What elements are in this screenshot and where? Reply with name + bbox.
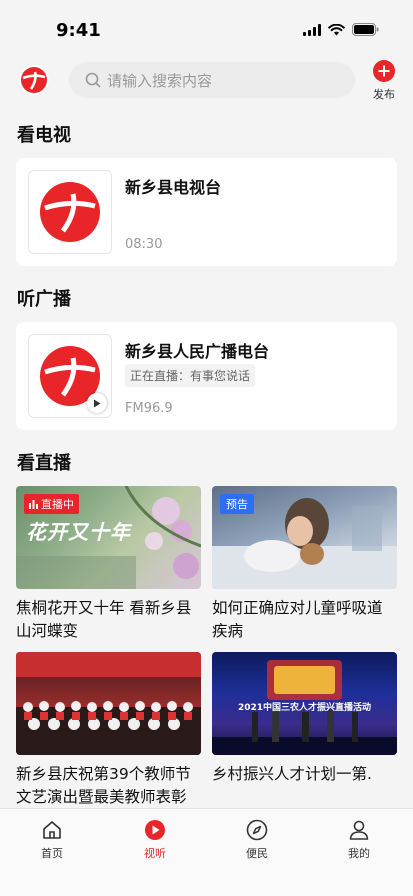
live-item-title: 新乡县庆祝第39个教师节文艺演出暨最美教师表彰: [16, 765, 191, 806]
channel-logo: [28, 170, 112, 254]
live-badge: 直播中: [24, 494, 79, 514]
tab-label: 我的: [348, 847, 370, 860]
tab-profile[interactable]: 我的: [329, 819, 389, 861]
search-placeholder: 请输入搜索内容: [107, 71, 213, 90]
play-icon[interactable]: [87, 393, 107, 413]
live-bars-icon: [29, 499, 38, 509]
play-circle-icon: [145, 820, 165, 840]
live-item[interactable]: 2021中国三农人才振兴直播活动 乡村振兴人才计划一第.: [212, 652, 397, 786]
radio-frequency: FM96.9: [125, 401, 173, 416]
cellular-signal-icon: [303, 23, 321, 36]
user-icon: [349, 820, 369, 840]
tab-media[interactable]: 视听: [125, 819, 185, 861]
compass-icon: [246, 819, 268, 841]
section-title-tv: 看电视: [17, 125, 71, 146]
section-title-radio: 听广播: [17, 289, 71, 310]
radio-channel-card[interactable]: 新乡县人民广播电台 正在直播：有事您说话 FM96.9: [16, 322, 397, 430]
live-item-title: 焦桐花开又十年 看新乡县山河蝶变: [16, 599, 192, 640]
tab-label: 便民: [246, 847, 268, 860]
poster-banner-text: 2021中国三农人才振兴直播活动: [237, 703, 372, 713]
battery-icon: [352, 23, 379, 36]
tv-channel-card[interactable]: 新乡县电视台 08:30: [16, 158, 397, 266]
tv-channel-name: 新乡县电视台: [125, 178, 222, 197]
publish-label: 发布: [373, 88, 395, 101]
status-time: 9:41: [56, 20, 101, 41]
plus-icon: [373, 60, 395, 82]
tab-label: 视听: [144, 847, 166, 860]
publish-button[interactable]: 发布: [369, 60, 399, 102]
radio-logo: [28, 334, 112, 418]
live-item-title: 如何正确应对儿童呼吸道疾病: [212, 599, 383, 640]
app-logo[interactable]: [17, 63, 51, 97]
header: 请输入搜索内容 发布: [0, 60, 413, 102]
tab-services[interactable]: 便民: [227, 819, 287, 861]
poster-title: 花开又十年: [26, 520, 131, 544]
radio-channel-name: 新乡县人民广播电台: [125, 342, 270, 361]
live-item[interactable]: 预告 如何正确应对儿童呼吸道疾病: [212, 486, 397, 643]
status-bar: 9:41: [0, 0, 413, 54]
wifi-icon: [328, 23, 345, 35]
live-item-title: 乡村振兴人才计划一第.: [212, 765, 372, 783]
bottom-tab-bar: 首页 视听 便民 我的: [0, 808, 413, 896]
live-thumbnail: 预告: [212, 486, 397, 589]
live-thumbnail: 2021中国三农人才振兴直播活动: [212, 652, 397, 755]
section-title-live: 看直播: [17, 453, 71, 474]
now-playing-tag: 正在直播：有事您说话: [125, 364, 256, 387]
preview-badge: 预告: [220, 494, 254, 514]
status-icons: [303, 23, 379, 36]
search-input[interactable]: 请输入搜索内容: [69, 62, 355, 98]
live-thumbnail: 花开又十年 直播中: [16, 486, 201, 589]
home-icon: [43, 821, 61, 839]
search-icon: [85, 72, 101, 88]
tv-channel-time: 08:30: [125, 237, 163, 252]
live-item[interactable]: 新乡县庆祝第39个教师节文艺演出暨最美教师表彰: [16, 652, 201, 809]
live-item[interactable]: 花开又十年 直播中 焦桐花开又十年 看新乡县山河蝶变: [16, 486, 201, 643]
tab-home[interactable]: 首页: [22, 819, 82, 861]
live-badge-label: 直播中: [41, 498, 74, 511]
tab-label: 首页: [41, 847, 63, 860]
live-thumbnail: [16, 652, 201, 755]
